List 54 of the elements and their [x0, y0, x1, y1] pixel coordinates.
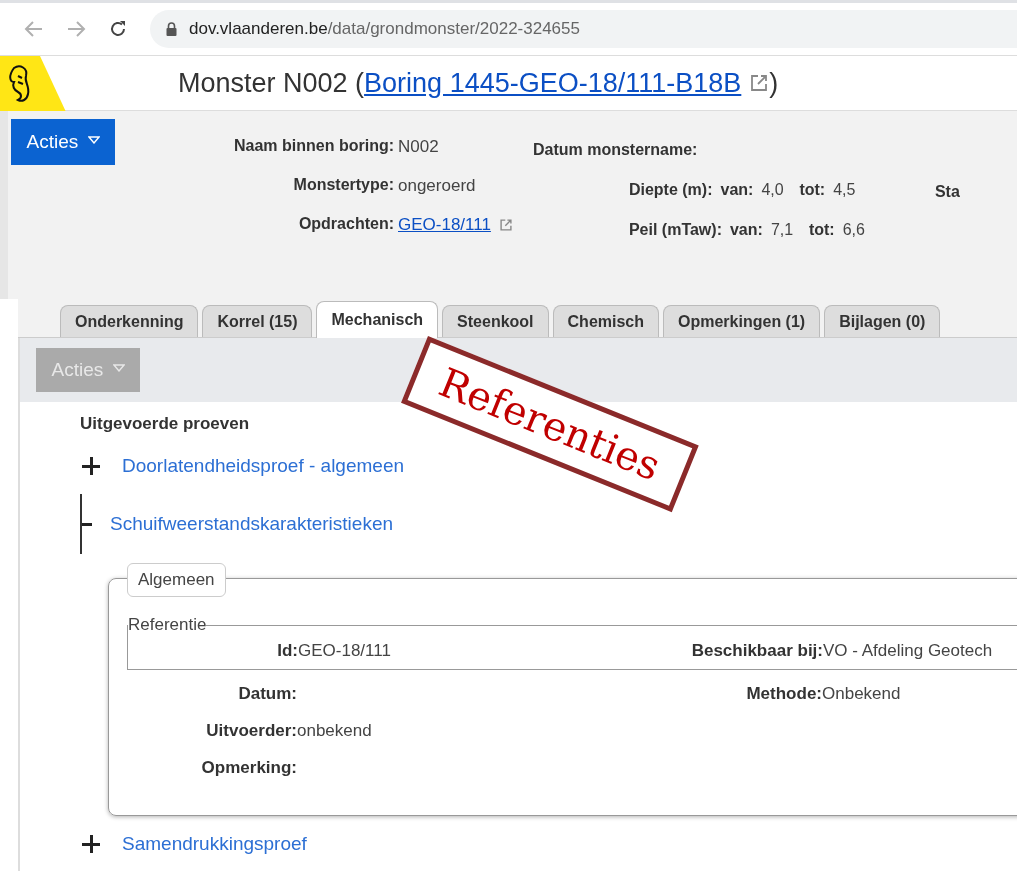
- field-value: Onbekend: [822, 684, 902, 704]
- actions-dropdown-button[interactable]: Acties: [11, 119, 115, 165]
- lock-icon: [166, 22, 177, 36]
- fieldset-legend: Referentie: [128, 615, 207, 635]
- field-label: Beschikbaar bij:: [690, 641, 823, 661]
- field-label: Monstertype:: [292, 176, 394, 195]
- test-link[interactable]: Samendrukkingsproef: [122, 833, 307, 855]
- test-link[interactable]: Doorlatendheidsproef - algemeen: [122, 455, 404, 477]
- field-label: tot:: [808, 221, 835, 239]
- external-link-icon[interactable]: [749, 73, 770, 93]
- field-label: Naam binnen boring:: [233, 137, 394, 156]
- reload-icon[interactable]: [108, 19, 128, 39]
- test-link[interactable]: Schuifweerstandskarakteristieken: [110, 513, 394, 535]
- caret-icon: [87, 136, 100, 144]
- collapse-toggle[interactable]: [82, 522, 92, 526]
- tab[interactable]: Korrel (15): [202, 305, 313, 337]
- field-label: Datum monstername:: [532, 141, 698, 159]
- field-value: VO - Afdeling Geotech: [823, 641, 994, 661]
- tab[interactable]: Opmerkingen (1): [663, 305, 821, 337]
- lion-logo[interactable]: [0, 56, 66, 112]
- tab[interactable]: Onderkenning: [60, 305, 199, 337]
- field-value: 6,6: [842, 221, 866, 239]
- field-label: Datum:: [237, 684, 297, 704]
- external-link-icon[interactable]: [498, 218, 513, 232]
- field-value: onbekend: [297, 721, 373, 741]
- field-label: Uitvoerder:: [205, 721, 297, 741]
- url-text: dov.vlaanderen.be/data/grondmonster/2022-324655: [189, 19, 580, 39]
- tab[interactable]: Chemisch: [552, 305, 659, 337]
- tab[interactable]: Bijlagen (0): [824, 305, 941, 337]
- field-label: tot:: [799, 181, 826, 199]
- field-value: 7,1: [770, 221, 795, 239]
- field-label: Peil (mTaw):: [628, 221, 722, 239]
- field-value: ongeroerd: [398, 176, 477, 196]
- field-value: 4,0: [761, 181, 785, 199]
- field-value: 4,5: [833, 181, 857, 199]
- field-label: Diepte (m):: [628, 181, 713, 199]
- boring-link[interactable]: Boring 1445-GEO-18/111-B18B: [364, 67, 742, 99]
- address-bar[interactable]: dov.vlaanderen.be/data/grondmonster/2022-324655: [150, 10, 1017, 48]
- tab[interactable]: Mechanisch: [316, 301, 439, 338]
- field-label: Opmerking:: [200, 758, 297, 778]
- field-value: GEO-18/111: [298, 641, 392, 661]
- field-label: Sta: [934, 183, 960, 200]
- card-tab[interactable]: Algemeen: [127, 563, 226, 597]
- page-title: Monster N002 (Boring 1445-GEO-18/111-B18B ): [178, 67, 779, 99]
- field-label: Id:: [276, 641, 298, 661]
- caret-icon: [112, 364, 125, 372]
- field-label: van:: [720, 181, 754, 199]
- field-label: van:: [729, 221, 763, 239]
- field-label: Opdrachten:: [297, 215, 394, 234]
- opdracht-link[interactable]: GEO-18/111: [398, 215, 491, 235]
- tree-line: [80, 494, 82, 554]
- tab[interactable]: Steenkool: [442, 305, 549, 337]
- field-value: N002: [398, 137, 440, 157]
- field-label: Methode:: [745, 684, 822, 704]
